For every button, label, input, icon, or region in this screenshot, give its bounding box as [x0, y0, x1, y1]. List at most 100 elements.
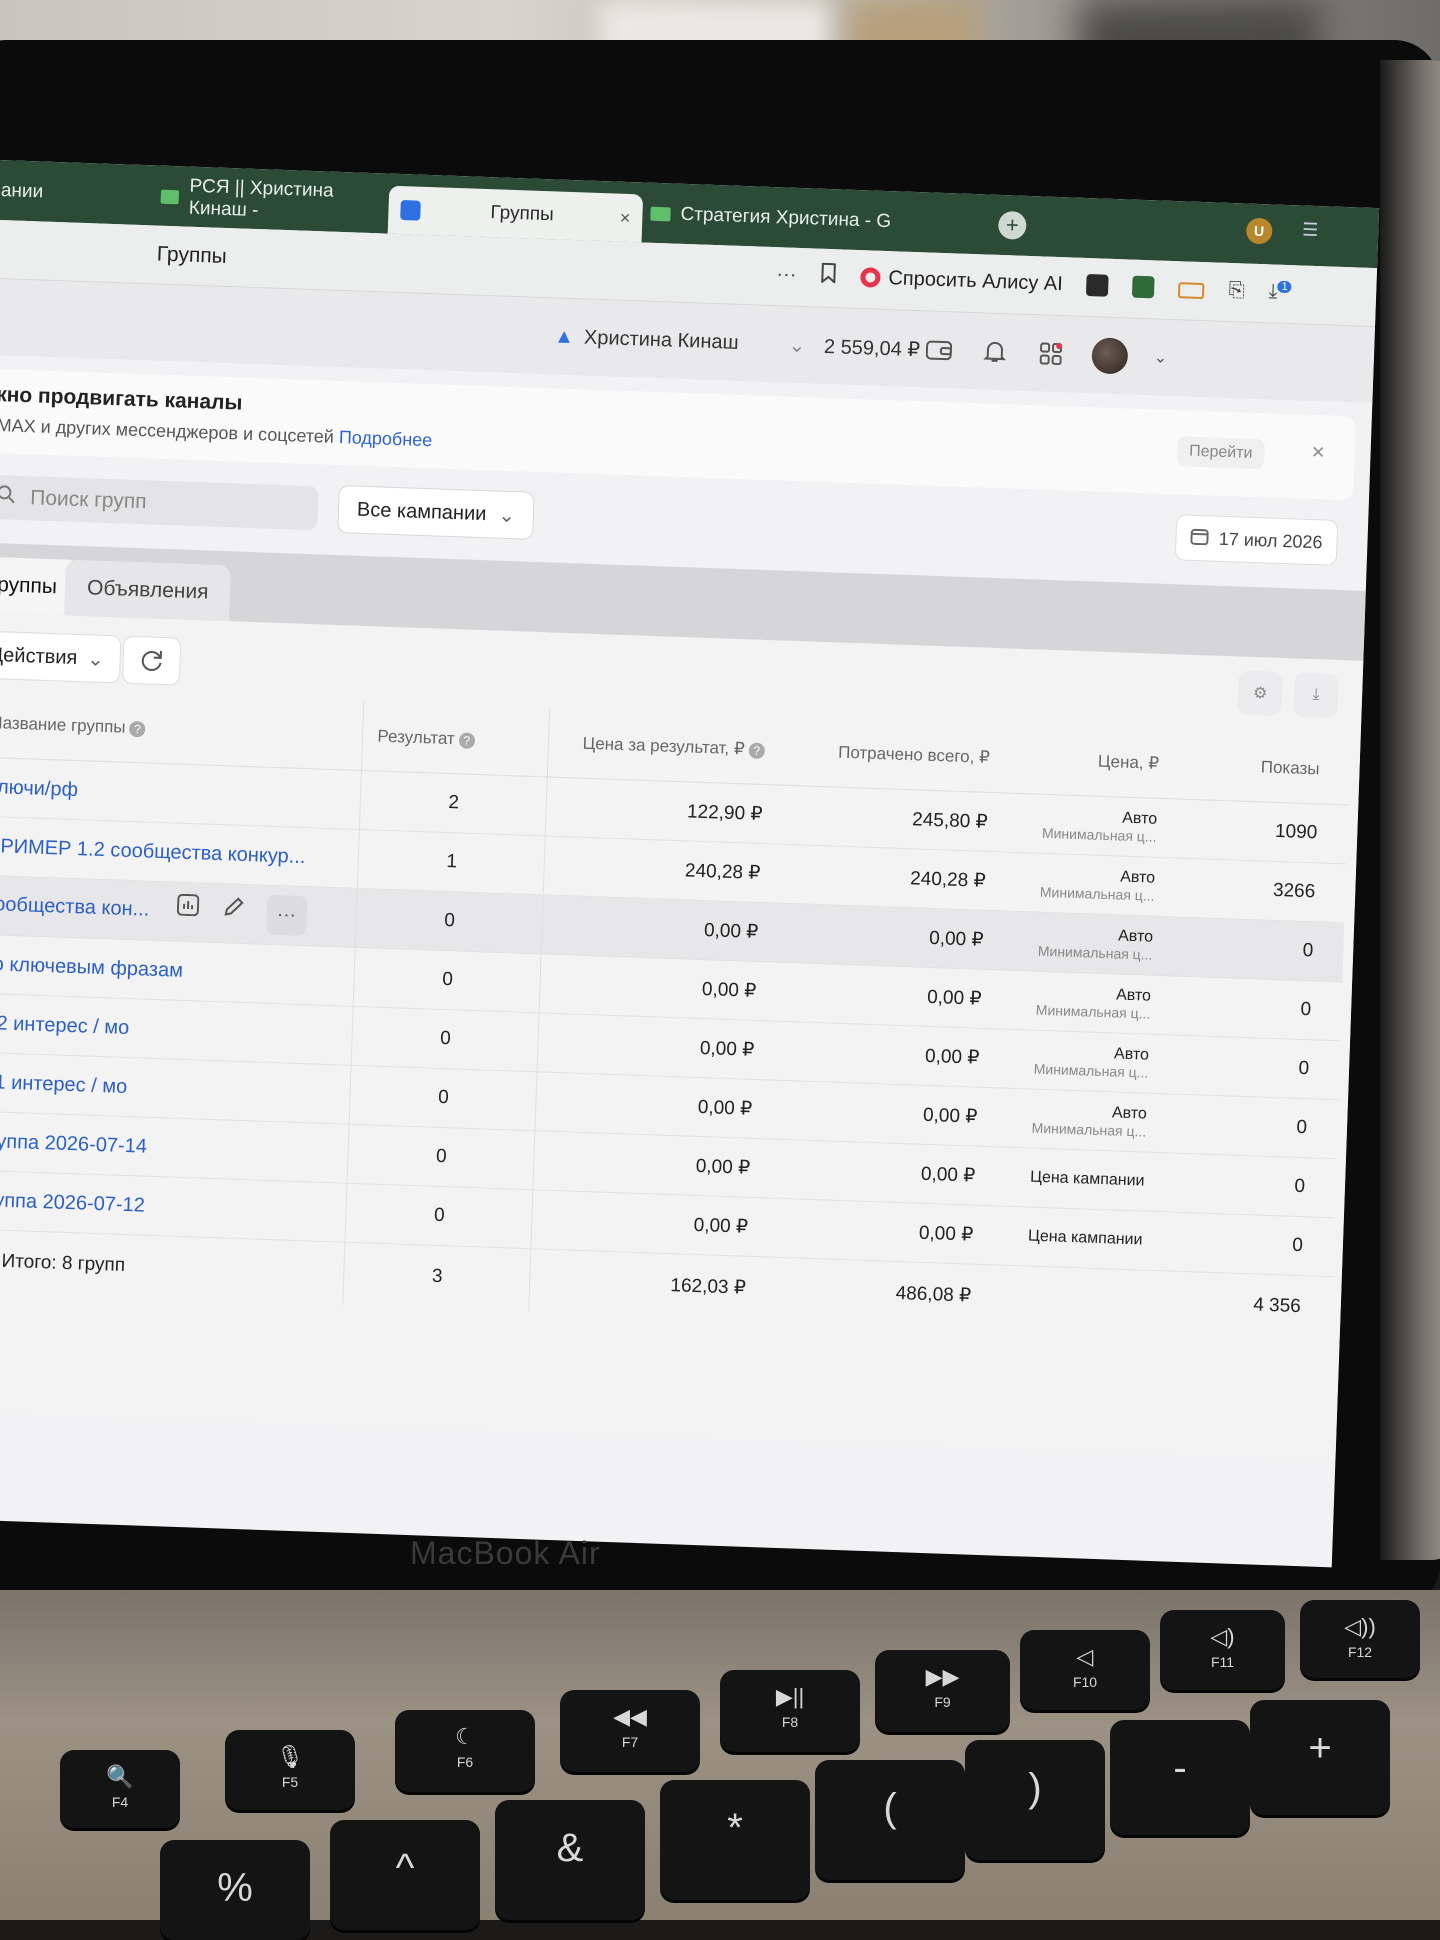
actions-label: Действия [0, 643, 78, 669]
header-name[interactable]: Название группы? [0, 688, 365, 771]
date-picker[interactable]: 17 июл 2026 [1175, 514, 1339, 566]
battery-icon[interactable] [1178, 282, 1205, 300]
apps-grid-icon[interactable] [1035, 338, 1066, 369]
cell-spent: 0,00 ₽ [763, 1020, 991, 1088]
account-switcher[interactable]: ▲ Христина Кинаш ⌄ [554, 324, 806, 358]
bookmark-icon[interactable] [820, 262, 837, 290]
sheet-icon [650, 206, 671, 222]
search-icon [0, 484, 17, 511]
extension-k-icon[interactable] [1086, 274, 1110, 297]
tab-groups[interactable]: Группы × [387, 185, 644, 243]
cell-spent: 0,00 ₽ [757, 1197, 985, 1265]
downloads-badge: 1 [1277, 280, 1292, 293]
group-name-link[interactable]: 1.1 интерес / мо [0, 1070, 128, 1097]
chevron-down-icon[interactable]: ⌄ [1153, 347, 1168, 367]
laptop-screen: ании РСЯ || Христина Кинаш - Группы × Ст… [0, 160, 1380, 1568]
key-f5[interactable]: 🎙 F5 [225, 1730, 355, 1810]
cell-cost-per-result: 0,00 ₽ [541, 894, 770, 962]
banner-more-link[interactable]: Подробнее [339, 427, 433, 450]
key-f8[interactable]: ▶|| F8 [720, 1670, 860, 1752]
cell-price: Цена кампании [982, 1205, 1154, 1271]
header-shows[interactable]: Показы [1167, 730, 1351, 805]
group-name-link[interactable]: сообщества кон... [0, 893, 150, 921]
person-icon: ▲ [553, 325, 575, 349]
key-f11[interactable]: ◁) F11 [1160, 1610, 1285, 1690]
campaign-select[interactable]: Все кампании ⌄ [337, 485, 535, 540]
key-5[interactable]: % [160, 1840, 310, 1940]
translate-icon[interactable]: ⎘ [1228, 278, 1245, 302]
cell-cost-per-result: 0,00 ₽ [535, 1071, 764, 1139]
group-name-link[interactable]: Группа 2026-07-14 [0, 1129, 147, 1157]
key-9[interactable]: ( [815, 1760, 965, 1880]
key-0[interactable]: ) [965, 1740, 1105, 1860]
cell-cost-per-result: 0,00 ₽ [533, 1130, 762, 1198]
tab-strategy[interactable]: Стратегия Христина - G [638, 192, 1003, 247]
group-name-link[interactable]: ПРИМЕР 1.2 сообщества конкур... [0, 834, 306, 867]
group-name-link[interactable]: по ключевым фразам [0, 952, 183, 981]
stats-icon[interactable] [174, 892, 201, 919]
search-input[interactable] [27, 485, 293, 521]
group-name-link[interactable]: Группа 2026-07-12 [0, 1188, 145, 1216]
sheet-icon [160, 189, 180, 205]
cell-shows: 0 [1161, 916, 1345, 982]
extension-green-icon[interactable] [1132, 275, 1156, 299]
key-f7[interactable]: ◀◀ F7 [560, 1690, 700, 1772]
tab-ads-view[interactable]: Объявления [64, 559, 232, 622]
cell-price: Авто Минимальная ц... [996, 792, 1168, 858]
gear-icon: ⚙ [1252, 685, 1268, 703]
avatar[interactable] [1091, 337, 1129, 375]
bell-icon[interactable] [979, 336, 1010, 367]
banner-description: MAX и других мессенджеров и соцсетей [0, 415, 335, 447]
more-icon[interactable]: ··· [265, 894, 308, 937]
tab-rsya[interactable]: РСЯ || Христина Кинаш - [148, 175, 403, 226]
download-button[interactable]: ⤓ [1293, 672, 1339, 719]
key-f9[interactable]: ▶▶ F9 [875, 1650, 1010, 1732]
header-spent[interactable]: Потрачено всего, ₽ [773, 716, 1002, 793]
search-field[interactable] [0, 474, 319, 531]
banner-title: жно продвигать каналы [0, 382, 243, 415]
key-f10[interactable]: ◁ F10 [1020, 1630, 1150, 1710]
balance: 2 559,04 ₽ [823, 335, 921, 362]
direct-icon [400, 200, 421, 221]
key-f4[interactable]: 🔍 F4 [60, 1750, 180, 1828]
key-6[interactable]: ^ [330, 1820, 480, 1930]
cell-spent: 0,00 ₽ [765, 961, 993, 1029]
menu-icon[interactable]: ☰ [1302, 219, 1319, 246]
edit-icon[interactable] [220, 893, 247, 920]
chevron-down-icon: ⌄ [497, 504, 516, 527]
key-minus[interactable]: - [1110, 1720, 1250, 1835]
header-price[interactable]: Цена, ₽ [998, 724, 1171, 799]
banner-go-button[interactable]: Перейти [1176, 436, 1266, 470]
new-tab-button[interactable]: + [997, 210, 1027, 240]
wallet-icon[interactable] [923, 334, 954, 365]
key-8[interactable]: * [660, 1780, 810, 1900]
key-7[interactable]: & [495, 1800, 645, 1920]
more-icon[interactable]: ··· [776, 263, 797, 287]
settings-button[interactable]: ⚙ [1237, 670, 1283, 717]
group-name-link[interactable]: ключи/рф [0, 775, 78, 800]
key-equals[interactable]: + [1250, 1700, 1390, 1815]
refresh-button[interactable] [121, 635, 182, 686]
download-icon: ⤓ [1312, 686, 1320, 704]
close-icon[interactable]: × [619, 207, 631, 228]
profile-avatar[interactable]: U [1245, 217, 1273, 245]
ask-alice-button[interactable]: Спросить Алису AI [860, 266, 1063, 296]
tab-label: РСЯ || Христина Кинаш - [188, 175, 334, 222]
cell-cost-per-result: 0,00 ₽ [531, 1189, 760, 1257]
key-f12[interactable]: ◁)) F12 [1300, 1600, 1420, 1678]
header-cost-per-result[interactable]: Цена за результат, ₽? [547, 708, 776, 785]
actions-dropdown[interactable]: Действия ⌄ [0, 630, 122, 684]
downloads-icon[interactable]: ⤓ 1 [1268, 280, 1292, 304]
ask-alice-label: Спросить Алису AI [888, 266, 1064, 295]
browser-controls: U ☰ [1245, 217, 1319, 247]
totals-spent: 486,08 ₽ [895, 1282, 972, 1307]
cell-price: Авто Минимальная ц... [986, 1087, 1158, 1153]
chevron-down-icon: ⌄ [788, 334, 806, 358]
group-name-link[interactable]: 1.2 интерес / мо [0, 1011, 130, 1038]
tab-campaigns[interactable]: ании [0, 170, 154, 218]
cell-shows: 3266 [1163, 857, 1347, 923]
key-f6[interactable]: ☾ F6 [395, 1710, 535, 1792]
cell-shows: 0 [1159, 975, 1343, 1041]
close-icon[interactable]: × [1311, 439, 1325, 465]
header-result[interactable]: Результат? [361, 702, 551, 777]
